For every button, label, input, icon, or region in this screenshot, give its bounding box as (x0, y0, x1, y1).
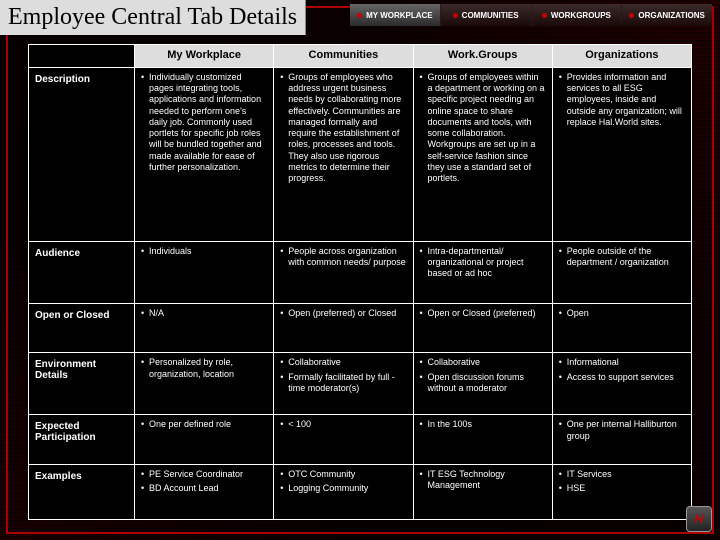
cell-item: Access to support services (559, 372, 685, 383)
table-cell: Open or Closed (preferred) (414, 304, 553, 353)
table-cell: Open (553, 304, 691, 353)
header-spacer (29, 45, 135, 67)
page-title: Employee Central Tab Details (8, 4, 297, 31)
cell-item: Open (preferred) or Closed (280, 308, 406, 319)
table-cell: N/A (135, 304, 274, 353)
tab-dot-icon (629, 13, 634, 18)
column-header: My Workplace (135, 45, 274, 67)
cell-item: Groups of employees who address urgent b… (280, 72, 406, 185)
cell-item: Open or Closed (preferred) (420, 308, 546, 319)
table-cell: Intra-departmental/ organizational or pr… (414, 242, 553, 303)
tab-label: ORGANIZATIONS (638, 11, 705, 20)
table-cell: People across organization with common n… (274, 242, 413, 303)
table-header-row: My WorkplaceCommunitiesWork.GroupsOrgani… (29, 45, 691, 68)
table-row: DescriptionIndividually customized pages… (29, 68, 691, 242)
table-cell: Provides information and services to all… (553, 68, 691, 241)
table-cell: Individuals (135, 242, 274, 303)
cell-item: One per internal Halliburton group (559, 419, 685, 442)
details-table: My WorkplaceCommunitiesWork.GroupsOrgani… (28, 44, 692, 520)
cell-item: < 100 (280, 419, 406, 430)
table-cell: One per defined role (135, 415, 274, 464)
column-header: Work.Groups (414, 45, 553, 67)
table-row: Audience Individuals People across organiz… (29, 242, 691, 304)
row-label: Examples (29, 465, 135, 519)
tab-label: WORKGROUPS (551, 11, 611, 20)
table-cell: IT ESG Technology Management (414, 465, 553, 519)
cell-item: Individually customized pages integratin… (141, 72, 267, 173)
table-cell: OTC Community Logging Community (274, 465, 413, 519)
tab-dot-icon (357, 13, 362, 18)
brand-logo: H (686, 506, 712, 532)
cell-item: Intra-departmental/ organizational or pr… (420, 246, 546, 280)
top-nav-tabs: MY WORKPLACE COMMUNITIES WORKGROUPS ORGANIZ… (350, 4, 712, 26)
table-cell: Open (preferred) or Closed (274, 304, 413, 353)
row-label: Open or Closed (29, 304, 135, 353)
cell-item: IT Services (559, 469, 685, 480)
cell-item: Collaborative (280, 357, 406, 368)
table-cell: Collaborative Formally facilitated by ful… (274, 353, 413, 414)
cell-item: Collaborative (420, 357, 546, 368)
cell-item: HSE (559, 483, 685, 494)
cell-item: OTC Community (280, 469, 406, 480)
column-header: Organizations (553, 45, 691, 67)
table-cell: People outside of the department / organ… (553, 242, 691, 303)
table-row: Open or Closed N/A Open (preferred) or Clo… (29, 304, 691, 354)
cell-item: Provides information and services to all… (559, 72, 685, 128)
cell-item: PE Service Coordinator (141, 469, 267, 480)
cell-item: One per defined role (141, 419, 267, 430)
row-label: Expected Participation (29, 415, 135, 464)
cell-item: N/A (141, 308, 267, 319)
table-cell: Personalized by role, organization, loca… (135, 353, 274, 414)
row-label: Audience (29, 242, 135, 303)
tab-organizations[interactable]: ORGANIZATIONS (622, 4, 712, 26)
tab-communities[interactable]: COMMUNITIES (441, 4, 531, 26)
cell-item: Open (559, 308, 685, 319)
cell-item: Formally facilitated by full -time moder… (280, 372, 406, 395)
table-cell: PE Service Coordinator BD Account Lead (135, 465, 274, 519)
table-cell: Groups of employees who address urgent b… (274, 68, 413, 241)
table-cell: Groups of employees within a department … (414, 68, 553, 241)
cell-item: IT ESG Technology Management (420, 469, 546, 492)
table-cell: IT Services HSE (553, 465, 691, 519)
table-row: Examples PE Service Coordinator BD Account… (29, 465, 691, 519)
tab-dot-icon (453, 13, 458, 18)
cell-item: In the 100s (420, 419, 546, 430)
tab-my-workplace[interactable]: MY WORKPLACE (350, 4, 440, 26)
cell-item: People outside of the department / organ… (559, 246, 685, 269)
table-cell: Informational Access to support services (553, 353, 691, 414)
tab-label: COMMUNITIES (462, 11, 519, 20)
row-label: Environment Details (29, 353, 135, 414)
table-row: Environment Details Personalized by role,… (29, 353, 691, 415)
tab-label: MY WORKPLACE (366, 11, 433, 20)
table-row: Expected Participation One per defined ro… (29, 415, 691, 465)
table-cell: In the 100s (414, 415, 553, 464)
cell-item: Logging Community (280, 483, 406, 494)
cell-item: Individuals (141, 246, 267, 257)
table-cell: < 100 (274, 415, 413, 464)
row-label: Description (29, 68, 135, 241)
table-cell: One per internal Halliburton group (553, 415, 691, 464)
column-header: Communities (274, 45, 413, 67)
cell-item: BD Account Lead (141, 483, 267, 494)
tab-workgroups[interactable]: WORKGROUPS (532, 4, 622, 26)
cell-item: Informational (559, 357, 685, 368)
table-cell: Collaborative Open discussion forums with… (414, 353, 553, 414)
cell-item: Groups of employees within a department … (420, 72, 546, 185)
cell-item: Personalized by role, organization, loca… (141, 357, 267, 380)
table-cell: Individually customized pages integratin… (135, 68, 274, 241)
cell-item: People across organization with common n… (280, 246, 406, 269)
cell-item: Open discussion forums without a moderat… (420, 372, 546, 395)
tab-dot-icon (542, 13, 547, 18)
